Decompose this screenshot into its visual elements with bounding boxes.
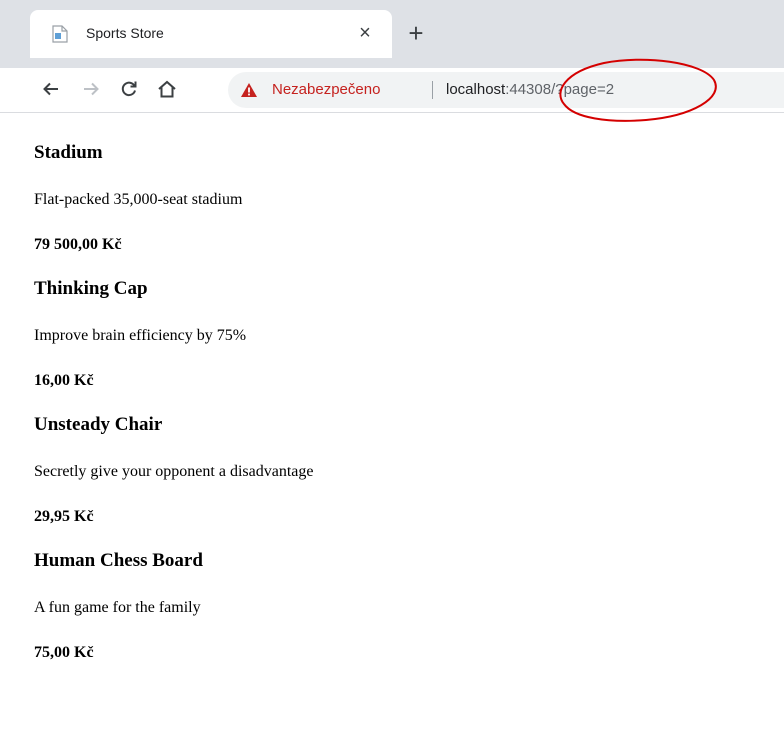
home-button[interactable] [152,74,182,104]
back-button[interactable] [36,74,66,104]
product-description: Improve brain efficiency by 75% [34,327,247,344]
url-host: localhost [446,81,506,98]
product-list: Stadium Flat-packed 35,000-seat stadium … [34,112,754,663]
home-icon [158,80,176,98]
product-name: Stadium [34,142,103,163]
product-description: Secretly give your opponent a disadvanta… [34,463,314,480]
reload-button[interactable] [114,74,144,104]
product-item: Human Chess Board A fun game for the fam… [34,550,754,663]
product-price: 29,95 Kč [34,508,94,525]
product-item: Stadium Flat-packed 35,000-seat stadium … [34,142,754,255]
browser-tab-sports-store[interactable]: Sports Store × [30,10,392,58]
warning-icon[interactable] [240,82,258,98]
product-item: Thinking Cap Improve brain efficiency by… [34,278,754,391]
address-divider [432,81,433,99]
reload-icon [121,81,137,97]
product-name: Thinking Cap [34,278,148,299]
product-item: Unsteady Chair Secretly give your oppone… [34,414,754,527]
product-price: 79 500,00 Kč [34,236,122,253]
forward-arrow-icon [84,82,99,96]
product-name: Human Chess Board [34,550,203,571]
new-tab-button[interactable]: + [402,20,430,48]
product-description: A fun game for the family [34,599,201,616]
back-arrow-icon [43,82,58,96]
forward-button[interactable] [76,74,106,104]
security-status-label[interactable]: Nezabezpečeno [272,81,380,98]
product-description: Flat-packed 35,000-seat stadium [34,191,243,208]
tab-title: Sports Store [86,25,164,41]
product-price: 75,00 Kč [34,644,94,661]
product-name: Unsteady Chair [34,414,163,435]
close-tab-icon[interactable]: × [352,20,378,46]
product-price: 16,00 Kč [34,372,94,389]
document-icon [52,25,68,43]
